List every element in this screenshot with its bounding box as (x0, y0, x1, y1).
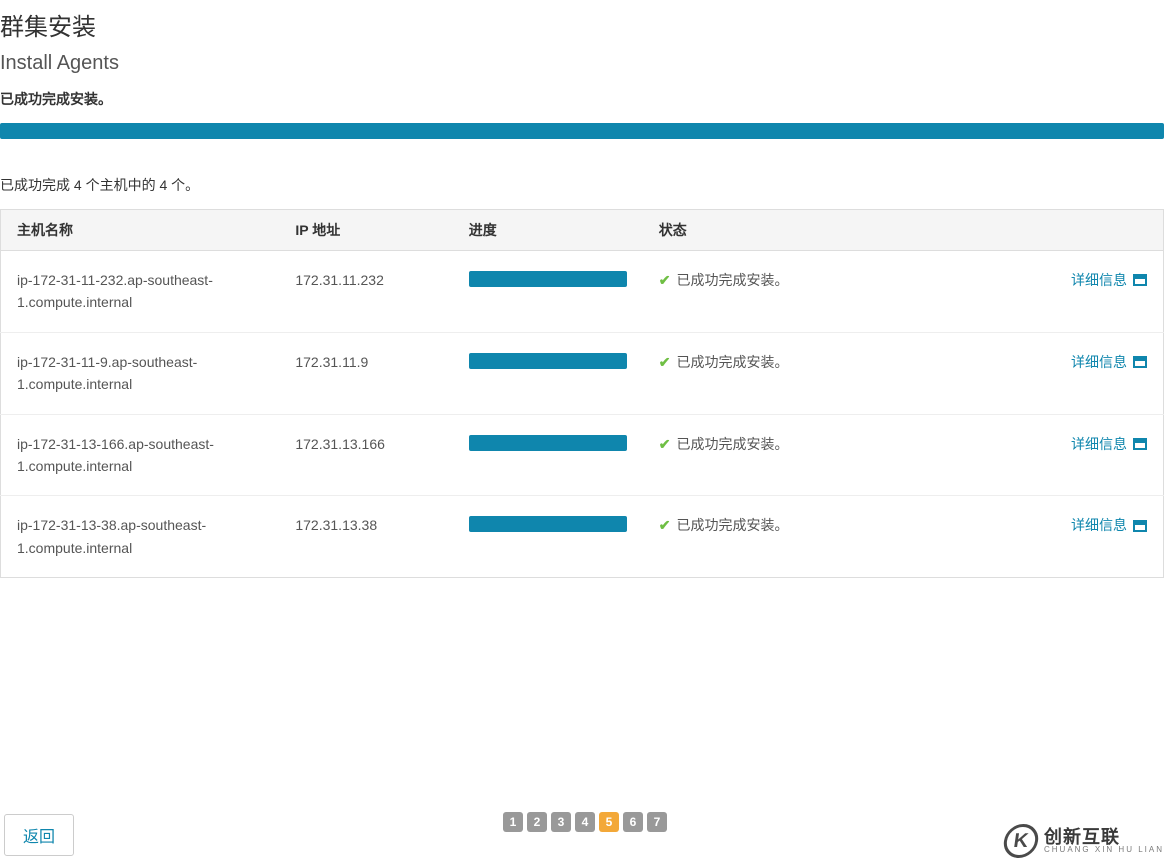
cell-progress (453, 251, 643, 333)
open-icon (1133, 438, 1147, 450)
pager-step-6: 6 (623, 812, 643, 832)
pager-step-5: 5 (599, 812, 619, 832)
status-text: 已成功完成安装。 (676, 272, 788, 288)
cell-ip: 172.31.11.232 (279, 251, 452, 333)
row-progress-bar (469, 516, 627, 532)
row-progress-bar (469, 271, 627, 287)
check-icon: ✔ (659, 269, 671, 291)
table-row: ip-172-31-11-9.ap-southeast-1.compute.in… (1, 332, 1164, 414)
detail-link[interactable]: 详细信息 (1071, 269, 1147, 291)
page-title: 群集安装 (0, 0, 1170, 52)
cell-progress (453, 496, 643, 578)
cell-detail: 详细信息 (987, 251, 1164, 333)
cell-status: ✔ 已成功完成安装。 (643, 332, 987, 414)
brand-mark-icon: K (1002, 824, 1041, 858)
open-icon (1133, 274, 1147, 286)
col-header-progress: 进度 (453, 210, 643, 251)
cell-status: ✔ 已成功完成安装。 (643, 496, 987, 578)
pager-step-7: 7 (647, 812, 667, 832)
pager-step-1: 1 (503, 812, 523, 832)
table-row: ip-172-31-13-166.ap-southeast-1.compute.… (1, 414, 1164, 496)
pager-step-3: 3 (551, 812, 571, 832)
cell-status: ✔ 已成功完成安装。 (643, 414, 987, 496)
cell-host: ip-172-31-11-232.ap-southeast-1.compute.… (1, 251, 280, 333)
detail-link-label: 详细信息 (1071, 269, 1127, 291)
install-success-message: 已成功完成安装。 (0, 89, 1170, 123)
col-header-status: 状态 (643, 210, 987, 251)
page-subtitle: Install Agents (0, 52, 1170, 89)
cell-detail: 详细信息 (987, 332, 1164, 414)
cell-detail: 详细信息 (987, 414, 1164, 496)
cell-host: ip-172-31-11-9.ap-southeast-1.compute.in… (1, 332, 280, 414)
pager-step-2: 2 (527, 812, 547, 832)
row-progress-bar (469, 435, 627, 451)
open-icon (1133, 356, 1147, 368)
cell-ip: 172.31.13.38 (279, 496, 452, 578)
cell-progress (453, 414, 643, 496)
footer: 返回 1234567 K 创新互联 CHUANG XIN HU LIAN (0, 806, 1170, 856)
check-icon: ✔ (659, 351, 671, 373)
detail-link[interactable]: 详细信息 (1071, 514, 1147, 536)
detail-link-label: 详细信息 (1071, 514, 1127, 536)
row-progress-bar (469, 353, 627, 369)
cell-progress (453, 332, 643, 414)
table-row: ip-172-31-11-232.ap-southeast-1.compute.… (1, 251, 1164, 333)
overall-progress-bar (0, 123, 1164, 139)
col-header-ip: IP 地址 (279, 210, 452, 251)
check-icon: ✔ (659, 433, 671, 455)
detail-link[interactable]: 详细信息 (1071, 351, 1147, 373)
cell-host: ip-172-31-13-38.ap-southeast-1.compute.i… (1, 496, 280, 578)
table-header-row: 主机名称 IP 地址 进度 状态 (1, 210, 1164, 251)
pager-step-4: 4 (575, 812, 595, 832)
detail-link[interactable]: 详细信息 (1071, 433, 1147, 455)
status-text: 已成功完成安装。 (676, 517, 788, 533)
open-icon (1133, 520, 1147, 532)
brand-name-cn: 创新互联 (1044, 828, 1164, 846)
summary-text: 已成功完成 4 个主机中的 4 个。 (0, 175, 1170, 209)
col-header-host: 主机名称 (1, 210, 280, 251)
cell-ip: 172.31.13.166 (279, 414, 452, 496)
brand-name-en: CHUANG XIN HU LIAN (1044, 846, 1164, 854)
cell-detail: 详细信息 (987, 496, 1164, 578)
step-pager: 1234567 (503, 812, 667, 832)
cell-host: ip-172-31-13-166.ap-southeast-1.compute.… (1, 414, 280, 496)
hosts-table: 主机名称 IP 地址 进度 状态 ip-172-31-11-232.ap-sou… (0, 209, 1164, 578)
cell-ip: 172.31.11.9 (279, 332, 452, 414)
status-text: 已成功完成安装。 (676, 354, 788, 370)
check-icon: ✔ (659, 514, 671, 536)
brand-logo: K 创新互联 CHUANG XIN HU LIAN (1004, 824, 1164, 858)
cell-status: ✔ 已成功完成安装。 (643, 251, 987, 333)
detail-link-label: 详细信息 (1071, 433, 1127, 455)
table-row: ip-172-31-13-38.ap-southeast-1.compute.i… (1, 496, 1164, 578)
back-button[interactable]: 返回 (4, 814, 74, 856)
detail-link-label: 详细信息 (1071, 351, 1127, 373)
status-text: 已成功完成安装。 (676, 436, 788, 452)
table-body: ip-172-31-11-232.ap-southeast-1.compute.… (1, 251, 1164, 578)
